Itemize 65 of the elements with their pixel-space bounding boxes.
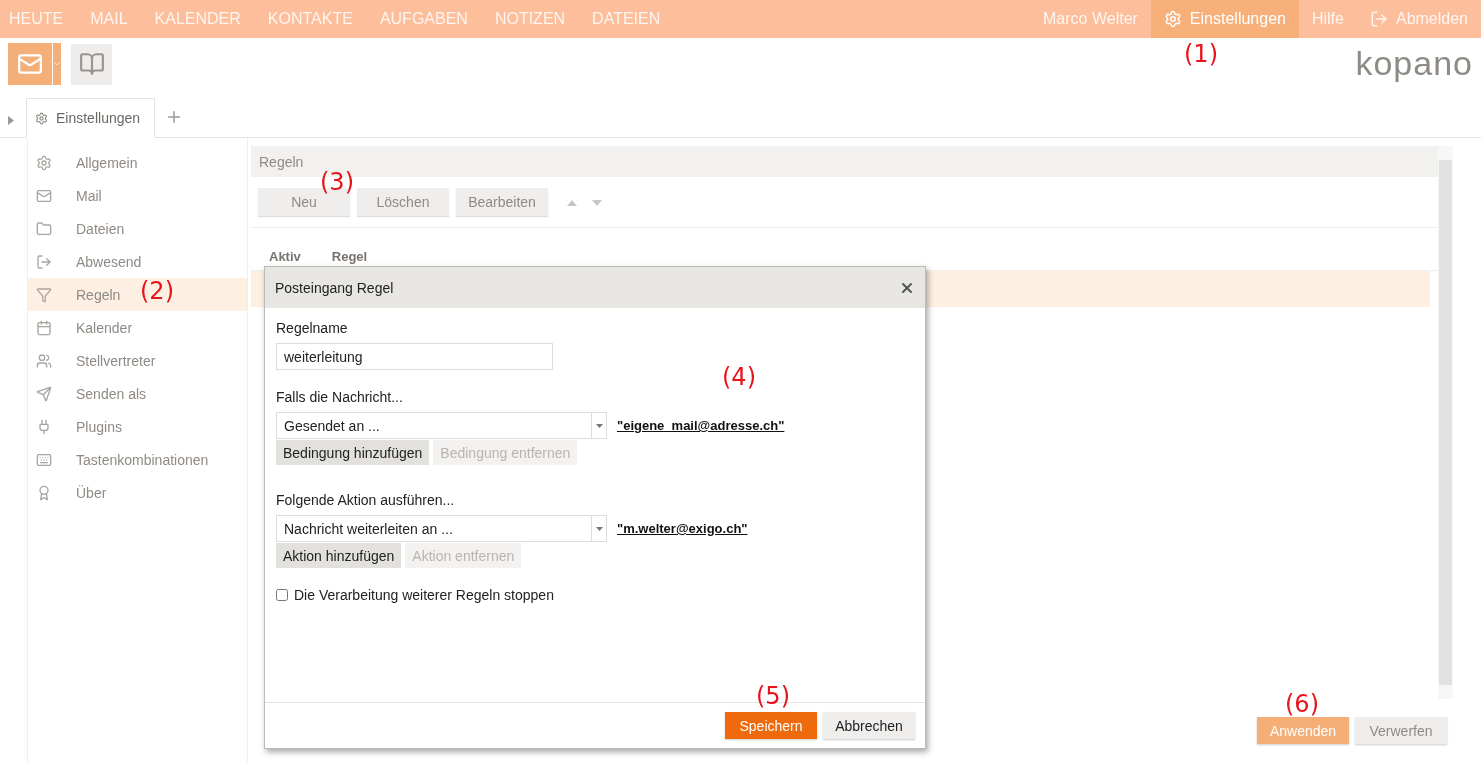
expand-icon[interactable]: [8, 116, 14, 125]
gear-icon: [35, 111, 48, 125]
callout-number: (4): [722, 363, 756, 391]
callout-number: (6): [1285, 690, 1319, 718]
condition-button[interactable]: Bedingung hinzufügen: [276, 440, 430, 465]
exit-icon: [36, 253, 52, 270]
field-label: Falls die Nachricht...: [276, 389, 404, 405]
caret-icon: [53, 60, 61, 68]
calendar-icon: [36, 319, 52, 336]
logo: kopano: [1355, 43, 1473, 83]
scrollbar[interactable]: [1438, 146, 1453, 699]
sidebar-item[interactable]: Abwesend: [28, 245, 247, 278]
callout-number: (1): [1184, 40, 1218, 68]
caret-icon: [595, 526, 603, 531]
action-button[interactable]: Aktion hinzufügen: [276, 543, 402, 568]
sidebar-item[interactable]: Tastenkombinationen: [28, 443, 247, 476]
funnel-icon: [36, 286, 52, 303]
new-mail-button[interactable]: [8, 43, 61, 85]
sidebar-item[interactable]: Allgemein: [28, 146, 247, 179]
action-select[interactable]: Nachricht weiterleiten an ...: [276, 515, 607, 542]
move-down-icon[interactable]: [592, 199, 602, 206]
cancel-button[interactable]: Abbrechen: [823, 712, 915, 739]
gear-icon: [36, 154, 52, 171]
field-label: Regelname: [276, 320, 349, 336]
condition-value-link[interactable]: "eigene_mail@adresse.ch": [617, 418, 785, 433]
keyboard-icon: [36, 451, 52, 468]
action-value-link[interactable]: "m.welter@exigo.ch": [617, 521, 748, 536]
settings-tab[interactable]: Einstellungen: [26, 98, 156, 138]
logout-icon: [1369, 10, 1388, 28]
column-header: Aktiv: [269, 249, 301, 264]
plug-icon: [36, 418, 52, 435]
sidebar-item[interactable]: Senden als: [28, 377, 247, 410]
toolbar-button[interactable]: Löschen: [357, 188, 449, 216]
discard-button[interactable]: Verwerfen: [1355, 717, 1447, 744]
ribbon-icon: [36, 484, 52, 501]
condition-select[interactable]: Gesendet an ...: [276, 412, 607, 439]
apply-button[interactable]: Anwenden: [1257, 717, 1349, 744]
column-header: Regel: [331, 249, 368, 264]
envelope-icon: [36, 187, 52, 204]
callout-number: (5): [756, 682, 790, 710]
callout-number: (2): [140, 277, 174, 305]
people-icon: [36, 352, 52, 369]
folder-icon: [36, 220, 52, 237]
field-label: Folgende Aktion ausführen...: [276, 492, 456, 508]
nav-link[interactable]: Einstellungen: [1150, 0, 1299, 38]
sidebar-item[interactable]: Kalender: [28, 311, 247, 344]
send-icon: [36, 385, 52, 402]
user-name: Marco Welter: [1042, 9, 1139, 29]
book-icon: [78, 51, 105, 77]
save-button[interactable]: Speichern: [725, 712, 817, 739]
caret-icon: [595, 423, 603, 428]
sidebar-item[interactable]: Über: [28, 476, 247, 509]
sidebar-item[interactable]: Plugins: [28, 410, 247, 443]
sidebar-item[interactable]: Dateien: [28, 212, 247, 245]
envelope-icon: [17, 51, 43, 77]
stop-checkbox[interactable]: [276, 589, 288, 601]
dialog-title: Posteingang Regel: [275, 279, 394, 296]
sidebar-item[interactable]: Mail: [28, 179, 247, 212]
address-book-button[interactable]: [71, 43, 112, 85]
rule-name-field[interactable]: weiterleitung: [276, 343, 553, 370]
settings-icon: [1163, 10, 1182, 28]
toolbar-button[interactable]: Bearbeiten: [456, 188, 548, 216]
sidebar-item[interactable]: Stellvertreter: [28, 344, 247, 377]
checkbox-label: Die Verarbeitung weiterer Regeln stoppen: [294, 587, 554, 603]
move-up-icon[interactable]: [567, 199, 577, 206]
